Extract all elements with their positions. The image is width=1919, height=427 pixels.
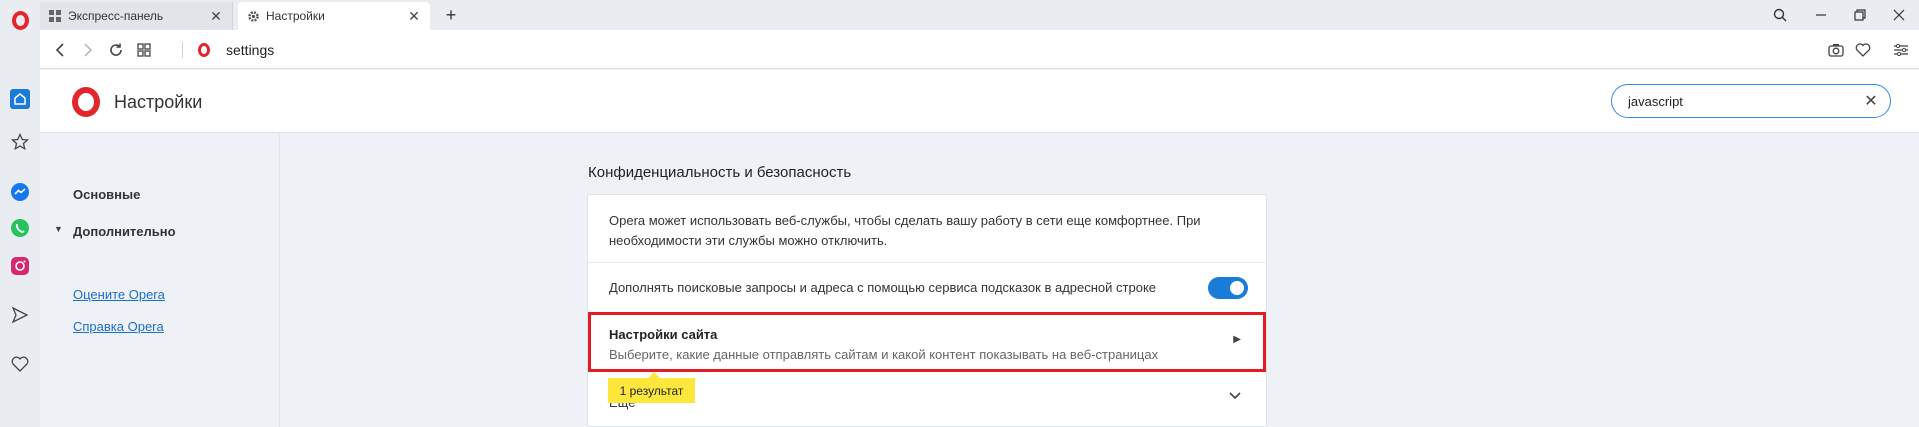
suggest-toggle[interactable] [1208, 277, 1248, 299]
gear-icon [246, 9, 260, 23]
chevron-right-icon: ▶ [1233, 334, 1241, 345]
heart-icon[interactable] [8, 352, 32, 376]
camera-icon[interactable] [1825, 39, 1847, 61]
close-icon[interactable]: ✕ [406, 8, 422, 24]
section-description: Opera может использовать веб-службы, что… [609, 213, 1201, 248]
easy-setup-icon[interactable] [1890, 39, 1912, 61]
opera-logo-icon [72, 87, 100, 117]
minimize-button[interactable] [1801, 0, 1841, 30]
tabs-grid-icon[interactable] [132, 38, 156, 62]
messenger-icon[interactable] [8, 180, 32, 204]
opera-site-icon [198, 43, 210, 57]
flow-send-icon[interactable] [8, 303, 32, 327]
rate-opera-link[interactable]: Оцените Opera [73, 287, 165, 302]
settings-search[interactable]: ✕ [1611, 84, 1891, 118]
section-title: Конфиденциальность и безопасность [588, 164, 852, 181]
new-tab-button[interactable]: + [440, 4, 462, 26]
back-button[interactable] [48, 38, 72, 62]
close-icon[interactable]: ✕ [208, 8, 224, 24]
caret-down-icon: ▼ [54, 224, 63, 234]
tab-speed-dial[interactable]: Экспресс-панель ✕ [40, 2, 233, 30]
opera-help-link[interactable]: Справка Opera [73, 319, 164, 334]
divider [588, 262, 1266, 263]
forward-button[interactable] [76, 38, 100, 62]
reload-button[interactable] [104, 38, 128, 62]
settings-header: Настройки ✕ [40, 70, 1919, 133]
toggle-knob [1230, 281, 1244, 295]
suggest-label: Дополнять поисковые запросы и адреса с п… [609, 280, 1157, 295]
nav-basic[interactable]: Основные [73, 187, 140, 202]
site-settings-title: Настройки сайта [609, 327, 718, 342]
site-settings-row[interactable]: Настройки сайта Выберите, какие данные о… [588, 312, 1266, 372]
clear-search-icon[interactable]: ✕ [1862, 92, 1880, 110]
address-input[interactable]: settings [226, 42, 274, 58]
home-icon[interactable] [8, 87, 32, 111]
address-separator [182, 42, 183, 58]
site-settings-subtitle: Выберите, какие данные отправлять сайтам… [609, 347, 1159, 362]
instagram-icon[interactable] [8, 254, 32, 278]
star-icon[interactable] [8, 130, 32, 154]
search-input[interactable] [1628, 92, 1858, 110]
browser-sidebar [0, 30, 40, 427]
page-title: Настройки [114, 92, 203, 112]
tab-label: Настройки [266, 9, 325, 23]
settings-nav: Основные ▼ Дополнительно Оцените Opera С… [40, 134, 280, 427]
nav-advanced[interactable]: Дополнительно [73, 224, 176, 239]
chevron-down-icon[interactable] [1226, 387, 1244, 405]
search-tabs-icon[interactable] [1760, 0, 1800, 30]
grid-icon [48, 9, 62, 23]
close-window-button[interactable] [1879, 0, 1919, 30]
address-bar: settings [40, 30, 1919, 69]
heart-icon[interactable] [1852, 39, 1874, 61]
whatsapp-icon[interactable] [8, 216, 32, 240]
tab-label: Экспресс-панель [68, 9, 164, 23]
search-result-badge: 1 результат [608, 372, 695, 403]
tab-bar: Экспресс-панель ✕ Настройки ✕ + [0, 0, 1919, 30]
tab-settings[interactable]: Настройки ✕ [238, 2, 430, 30]
restore-button[interactable] [1840, 0, 1880, 30]
opera-logo-icon [11, 10, 29, 30]
